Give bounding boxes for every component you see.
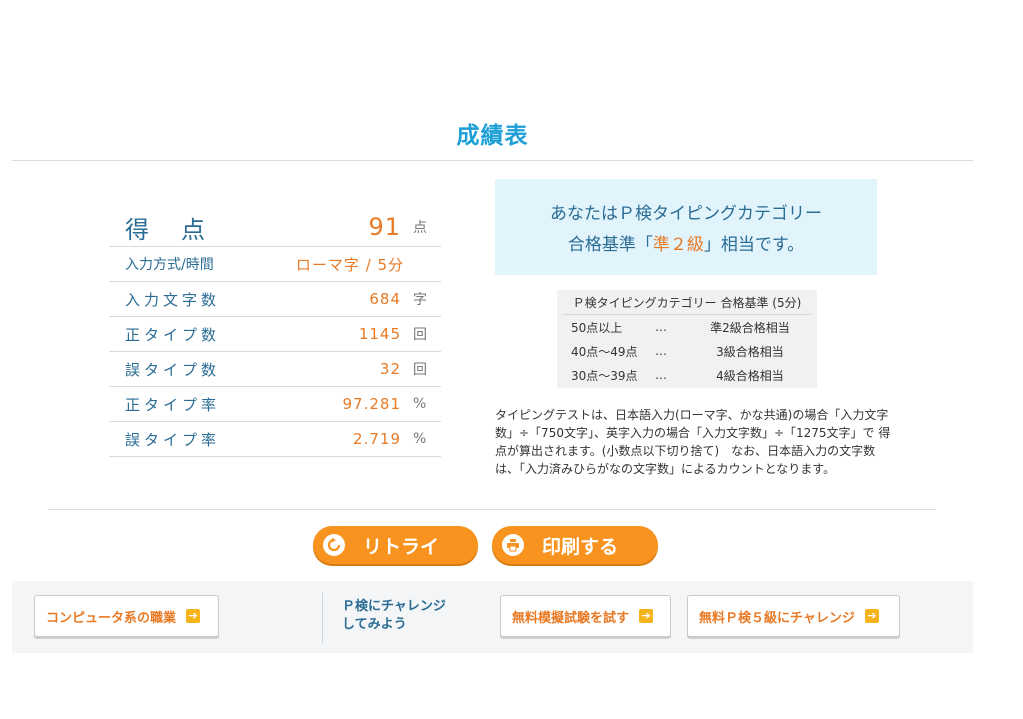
score-unit: 点 [413,220,427,236]
criteria-row: 50点以上 … 準2級合格相当 [557,315,817,339]
score-table: 得点 91 点 入力方式/時間 ローマ字 / 5分 入力文字数 684 字 正タ… [109,208,441,457]
criteria-grade: 3級合格相当 [716,344,784,359]
table-row: 正タイプ率 97.281 % [109,387,441,422]
criteria-dots: … [655,344,667,358]
result-line2-post: 」相当です。 [703,235,805,255]
mock-exam-label: 無料模擬試験を試す [512,610,630,626]
table-row: 正タイプ数 1145 回 [109,317,441,352]
row-unit: 回 [413,327,427,343]
mode-row: 入力方式/時間 ローマ字 / 5分 [109,247,441,282]
challenge-message-line1: Ｐ検にチャレンジ [342,599,446,614]
score-value: 91 [368,213,401,241]
criteria-row: 40点～49点 … 3級合格相当 [557,339,817,363]
challenge-message-line2: してみよう [342,617,407,632]
row-value: 97.281 [342,395,401,413]
challenge-message: Ｐ検にチャレンジ してみよう [342,598,472,634]
row-value: 2.719 [353,430,401,448]
row-value: 1145 [358,325,401,343]
row-label: 正タイプ数 [125,325,221,344]
row-unit: % [413,431,427,447]
criteria-range: 30点～39点 [571,368,638,383]
criteria-dots: … [655,368,667,382]
row-label: 正タイプ率 [125,395,221,414]
footer-bar: コンピュータ系の職業 ➔ Ｐ検にチャレンジ してみよう 無料模擬試験を試す ➔ … [12,581,973,653]
level5-challenge-button[interactable]: 無料Ｐ検５級にチャレンジ ➔ [687,595,900,637]
result-line2: 合格基準「準２級」相当です。 [495,230,877,255]
footer-separator [322,593,323,643]
computer-jobs-label: コンピュータ系の職業 [46,610,177,626]
scoring-note: タイピングテストは、日本語入力(ローマ字、かな共通)の場合「入力文字数」÷「75… [495,408,891,476]
table-row: 入力文字数 684 字 [109,282,441,317]
row-value: 32 [379,360,401,378]
row-unit: % [413,396,427,412]
page-title: 成績表 [456,123,529,149]
result-grade: 準２級 [652,235,704,255]
criteria-dots: … [655,320,667,334]
arrow-right-icon: ➔ [186,609,201,623]
score-row: 得点 91 点 [109,208,441,247]
criteria-range: 40点～49点 [571,344,638,359]
criteria-grade: 4級合格相当 [716,368,784,383]
criteria-table: Ｐ検タイピングカテゴリー 合格基準 (5分) 50点以上 … 準2級合格相当 4… [557,290,817,388]
table-row: 誤タイプ率 2.719 % [109,422,441,457]
arrow-right-icon: ➔ [639,609,654,623]
criteria-grade: 準2級合格相当 [710,320,790,335]
print-label: 印刷する [542,535,619,558]
title-divider [12,160,973,161]
row-unit: 回 [413,362,427,378]
print-button[interactable]: 印刷する [492,526,658,564]
criteria-header: Ｐ検タイピングカテゴリー 合格基準 (5分) [563,290,811,315]
retry-icon [323,534,345,556]
score-label: 得点 [109,210,275,245]
row-label: 入力文字数 [125,290,221,309]
retry-label: リトライ [363,535,440,558]
result-line2-pre: 合格基準「 [567,235,653,255]
criteria-range: 50点以上 [571,320,623,335]
mock-exam-button[interactable]: 無料模擬試験を試す ➔ [500,595,671,637]
score-label-a: 得 [125,215,149,244]
row-unit: 字 [413,292,427,308]
printer-icon [502,534,524,556]
row-value: 684 [369,290,401,308]
result-box: あなたはＰ検タイピングカテゴリー 合格基準「準２級」相当です。 [495,179,877,275]
row-label: 誤タイプ率 [125,430,221,449]
retry-button[interactable]: リトライ [313,526,478,564]
table-row: 誤タイプ数 32 回 [109,352,441,387]
level5-label: 無料Ｐ検５級にチャレンジ [699,610,855,626]
mode-label: 入力方式/時間 [125,257,214,273]
section-divider [48,509,936,510]
mode-value: ローマ字 / 5分 [295,255,405,274]
result-line1: あなたはＰ検タイピングカテゴリー [550,204,822,224]
computer-jobs-button[interactable]: コンピュータ系の職業 ➔ [34,595,219,637]
arrow-right-icon: ➔ [864,609,879,623]
criteria-row: 30点～39点 … 4級合格相当 [557,363,817,387]
row-label: 誤タイプ数 [125,360,221,379]
score-label-b: 点 [181,215,205,244]
